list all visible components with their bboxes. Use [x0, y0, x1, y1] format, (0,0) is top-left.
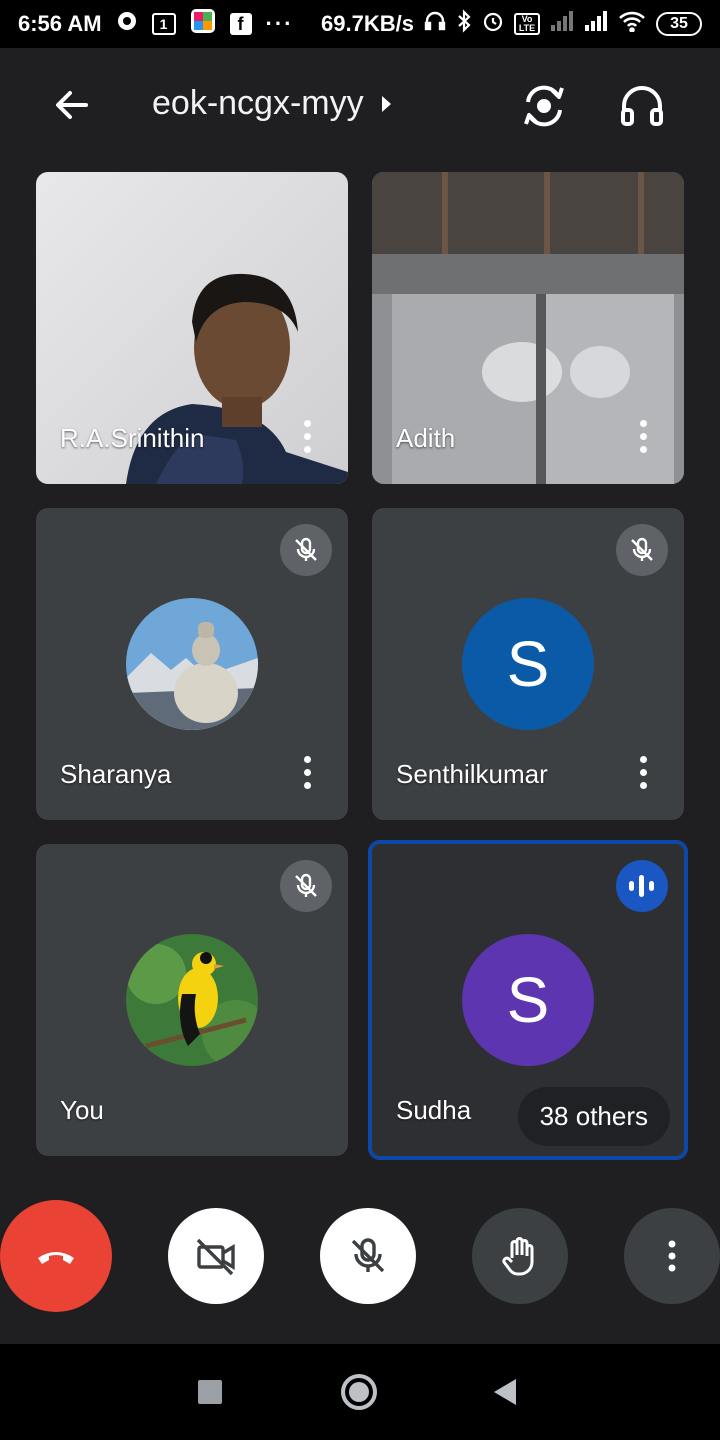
headphones-icon — [621, 86, 663, 126]
caret-right-icon — [381, 95, 391, 112]
home-button[interactable] — [341, 1374, 377, 1410]
muted-indicator — [616, 524, 668, 576]
mic-toggle-button[interactable] — [320, 1208, 416, 1304]
end-call-button[interactable] — [0, 1200, 112, 1312]
tile-more-options-button[interactable] — [640, 756, 648, 790]
app-notification-icon — [116, 10, 138, 38]
recent-apps-button[interactable] — [198, 1380, 222, 1404]
goldfinch-bird-avatar — [126, 934, 258, 1066]
participant-name: R.A.Srinithin — [60, 423, 205, 453]
participant-tile-sudha[interactable]: S Sudha 38 others — [368, 840, 688, 1160]
raise-hand-icon — [502, 1237, 534, 1276]
facebook-icon: f — [229, 13, 252, 35]
back-arrow-icon — [56, 91, 88, 119]
avatar-initial: S — [462, 598, 594, 730]
volte-icon: Vo LTE — [514, 13, 540, 35]
tile-more-options-button[interactable] — [640, 420, 648, 454]
status-bar: 6:56 AM 1 f ··· 69.7KB/s Vo LTE 35 — [0, 0, 720, 48]
audio-level-icon — [629, 875, 654, 897]
system-back-button[interactable] — [494, 1379, 516, 1405]
back-button[interactable] — [48, 81, 96, 129]
participant-tile-self[interactable]: You — [36, 844, 348, 1156]
camera-toggle-button[interactable] — [168, 1208, 264, 1304]
status-time: 6:56 AM — [18, 11, 102, 36]
mic-off-icon — [631, 537, 653, 561]
phone-hangup-icon — [38, 1252, 74, 1264]
notification-box-icon: 1 — [151, 13, 176, 35]
alarm-icon — [482, 10, 504, 38]
signal-icon-1 — [550, 10, 574, 38]
participant-name: You — [60, 1095, 104, 1125]
signal-icon-2 — [584, 10, 608, 38]
shiva-statue-avatar — [126, 598, 258, 730]
wifi-icon — [618, 10, 646, 38]
participant-tile-adith[interactable]: Adith — [372, 172, 684, 484]
muted-indicator — [280, 524, 332, 576]
system-nav-bar — [0, 1344, 720, 1440]
network-speed: 69.7KB/s — [321, 11, 414, 36]
camera-off-icon — [196, 1238, 235, 1276]
participant-tile-sharanya[interactable]: Sharanya — [36, 508, 348, 820]
participant-name: Adith — [396, 423, 456, 453]
mic-off-icon — [351, 1238, 385, 1273]
more-vert-icon — [668, 1240, 676, 1272]
tile-more-options-button[interactable] — [304, 420, 312, 454]
colorful-app-icon — [190, 8, 216, 40]
battery-indicator: 35 — [656, 12, 702, 36]
participant-tile-srinithin[interactable]: R.A.Srinithin — [36, 172, 348, 484]
participant-name: Sharanya — [60, 759, 172, 789]
avatar — [126, 934, 258, 1066]
switch-camera-button[interactable] — [518, 80, 570, 132]
others-count-button[interactable]: 38 others — [517, 1087, 670, 1146]
audio-output-button[interactable] — [616, 80, 668, 132]
meeting-title[interactable]: eok-ncgx-myy — [152, 84, 391, 123]
bluetooth-icon — [456, 9, 472, 39]
participant-name: Sudha — [396, 1095, 472, 1125]
raise-hand-button[interactable] — [472, 1208, 568, 1304]
participant-tile-senthilkumar[interactable]: S Senthilkumar — [372, 508, 684, 820]
avatar-initial: S — [462, 934, 594, 1066]
meeting-header: eok-ncgx-myy — [0, 48, 720, 158]
switch-camera-icon — [524, 85, 564, 127]
muted-indicator — [280, 860, 332, 912]
overflow-notifications: ··· — [265, 11, 294, 36]
avatar — [126, 598, 258, 730]
more-options-button[interactable] — [624, 1208, 720, 1304]
mic-off-icon — [295, 873, 317, 897]
participant-name: Senthilkumar — [396, 759, 548, 789]
headphones-icon — [424, 10, 446, 38]
speaking-indicator — [616, 860, 668, 912]
meeting-code: eok-ncgx-myy — [152, 84, 364, 122]
mic-off-icon — [295, 537, 317, 561]
tile-more-options-button[interactable] — [304, 756, 312, 790]
